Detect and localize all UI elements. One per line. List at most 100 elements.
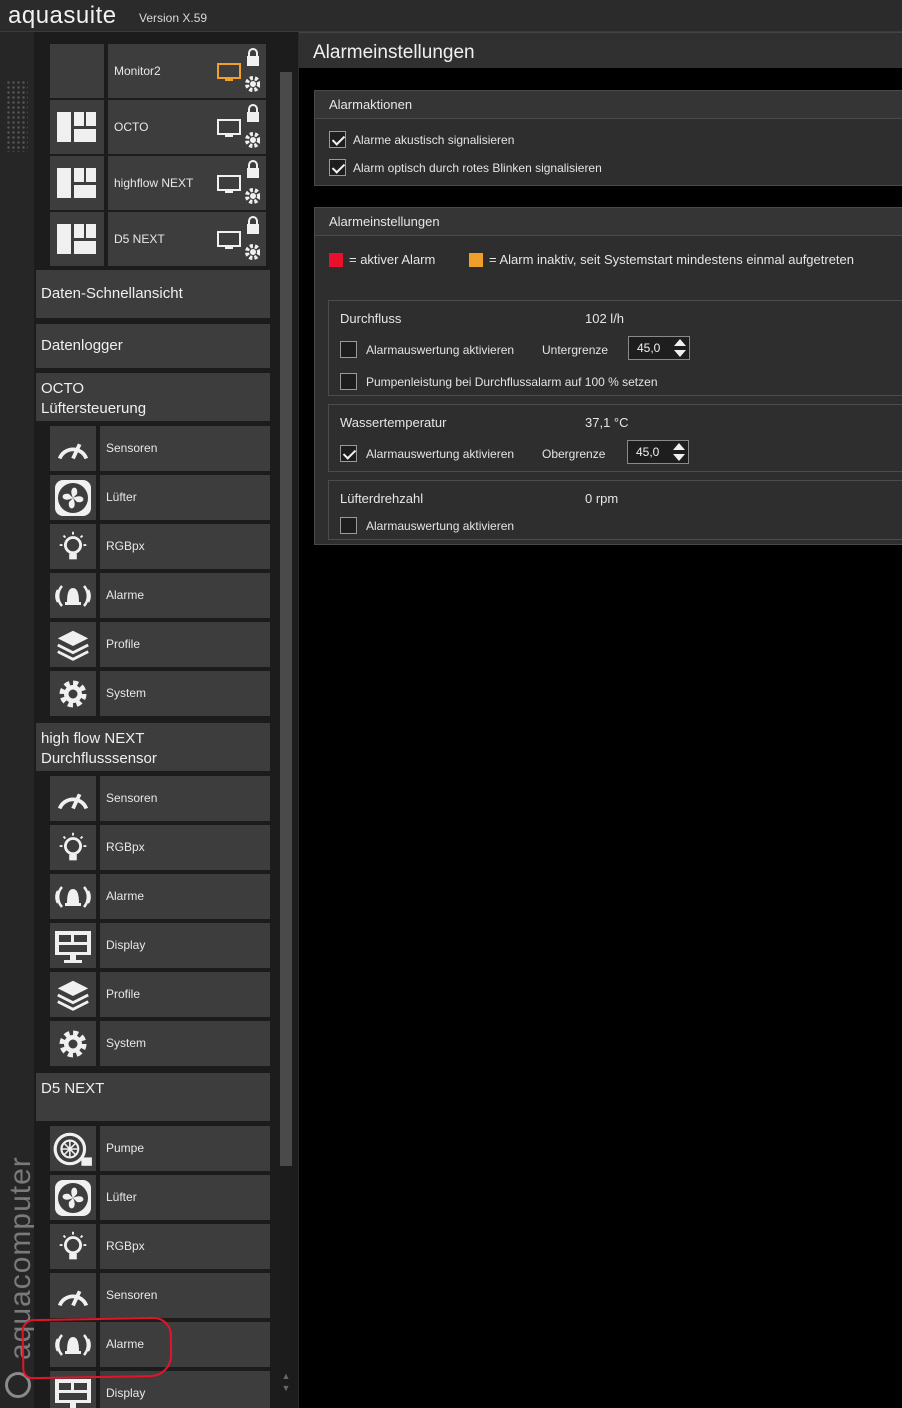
flow-alarm-box: Durchfluss 102 l/h Alarmauswertung aktiv… bbox=[328, 300, 902, 396]
legend-inactive: = Alarm inaktiv, seit Systemstart mindes… bbox=[469, 252, 854, 267]
section-label: Datenlogger bbox=[41, 337, 123, 354]
optical-alarm-checkbox-row[interactable]: Alarm optisch durch rotes Blinken signal… bbox=[329, 159, 602, 176]
stepper-arrows-icon[interactable] bbox=[672, 442, 686, 462]
fan-enable-checkbox[interactable] bbox=[340, 517, 357, 534]
checkbox-label: Alarmauswertung aktivieren bbox=[366, 342, 515, 357]
empty-tile-icon bbox=[50, 44, 104, 98]
acoustic-alarm-checkbox[interactable] bbox=[329, 131, 346, 148]
item-label: Sensoren bbox=[100, 1273, 270, 1318]
alarm-actions-panel: Alarmaktionen Alarme akustisch signalisi… bbox=[314, 90, 902, 186]
display-icon bbox=[50, 923, 96, 968]
legend-label: = Alarm inaktiv, seit Systemstart mindes… bbox=[489, 252, 855, 267]
fan-speed-value: 0 rpm bbox=[585, 491, 619, 506]
app-title: aquasuite bbox=[8, 2, 117, 29]
flow-title: Durchfluss bbox=[340, 311, 402, 326]
checkbox-label: Pumpenleistung bei Durchflussalarm auf 1… bbox=[366, 374, 658, 389]
water-temp-value: 37,1 °C bbox=[585, 415, 629, 430]
sidebar-data-logger[interactable]: Datenlogger bbox=[36, 324, 270, 368]
fan-speed-title: Lüfterdrehzahl bbox=[340, 491, 424, 506]
lightbulb-icon bbox=[50, 1224, 96, 1269]
layout-grid-icon bbox=[50, 156, 104, 210]
fan-speed-alarm-box: Lüfterdrehzahl 0 rpm Alarmauswertung akt… bbox=[328, 480, 902, 540]
sidebar-section-highflow[interactable]: high flow NEXT Durchflusssensor bbox=[36, 723, 270, 771]
flow-limit-value: 45,0 bbox=[637, 341, 661, 355]
scroll-arrows-icon[interactable]: ▲ ▼ bbox=[280, 1370, 292, 1406]
sidebar-section-d5-next[interactable]: D5 NEXT bbox=[36, 1073, 270, 1121]
layout-grid-icon bbox=[50, 212, 104, 266]
panel-title: Alarmaktionen bbox=[315, 91, 902, 119]
flow-pump-row[interactable]: Pumpenleistung bei Durchflussalarm auf 1… bbox=[340, 373, 658, 390]
layout-grid-icon bbox=[50, 100, 104, 154]
water-temp-alarm-box: Wassertemperatur 37,1 °C Alarmauswertung… bbox=[328, 404, 902, 472]
gear-icon bbox=[50, 1021, 96, 1066]
lightbulb-icon bbox=[50, 825, 96, 870]
item-label: RGBpx bbox=[100, 825, 270, 870]
layers-icon bbox=[50, 622, 96, 667]
monitor-lock-gear-icon[interactable] bbox=[216, 48, 260, 94]
section-label: Daten-Schnellansicht bbox=[41, 285, 183, 302]
flow-enable-checkbox[interactable] bbox=[340, 341, 357, 358]
title-bar: aquasuite Version X.59 bbox=[0, 0, 902, 32]
item-label: Lüfter bbox=[100, 1175, 270, 1220]
section-label: D5 NEXT bbox=[41, 1080, 105, 1097]
fan-icon bbox=[50, 1175, 96, 1220]
flow-enable-row[interactable]: Alarmauswertung aktivieren bbox=[340, 341, 514, 358]
flow-limit-stepper[interactable]: 45,0 bbox=[628, 336, 690, 360]
tile-label: D5 NEXT bbox=[114, 232, 165, 246]
item-label: RGBpx bbox=[100, 524, 270, 569]
layers-icon bbox=[50, 972, 96, 1017]
monitor-lock-gear-icon[interactable] bbox=[216, 104, 260, 150]
red-annotation-circle bbox=[21, 1316, 173, 1380]
item-label: Sensoren bbox=[100, 776, 270, 821]
water-enable-checkbox[interactable] bbox=[340, 445, 357, 462]
water-limit-stepper[interactable]: 45,0 bbox=[627, 440, 689, 464]
flow-limit-label: Untergrenze bbox=[542, 343, 609, 357]
panel-title: Alarmeinstellungen bbox=[315, 208, 902, 236]
water-temp-title: Wassertemperatur bbox=[340, 415, 447, 430]
sidebar-quick-view[interactable]: Daten-Schnellansicht bbox=[36, 270, 270, 318]
tile-label: highflow NEXT bbox=[114, 176, 194, 190]
section-label: high flow NEXT Durchflusssensor bbox=[41, 730, 157, 767]
item-label: Sensoren bbox=[100, 426, 270, 471]
checkbox-label: Alarmauswertung aktivieren bbox=[366, 518, 515, 533]
grip-dots[interactable] bbox=[6, 80, 28, 152]
legend-active: = aktiver Alarm bbox=[329, 252, 435, 267]
item-label: Lüfter bbox=[100, 475, 270, 520]
inactive-alarm-swatch bbox=[469, 252, 483, 267]
item-label: Profile bbox=[100, 972, 270, 1017]
water-limit-value: 45,0 bbox=[636, 445, 660, 459]
checkbox-label: Alarme akustisch signalisieren bbox=[353, 132, 515, 147]
gauge-icon bbox=[50, 426, 96, 471]
gauge-icon bbox=[50, 1273, 96, 1318]
item-label: System bbox=[100, 671, 270, 716]
sidebar-scrollbar-thumb[interactable] bbox=[280, 72, 292, 1166]
page-title: Alarmeinstellungen bbox=[313, 42, 475, 63]
stepper-arrows-icon[interactable] bbox=[673, 338, 687, 358]
monitor-lock-gear-icon[interactable] bbox=[216, 160, 260, 206]
water-enable-row[interactable]: Alarmauswertung aktivieren bbox=[340, 445, 514, 462]
item-label: System bbox=[100, 1021, 270, 1066]
legend-label: = aktiver Alarm bbox=[349, 252, 436, 267]
alarm-bell-icon bbox=[50, 874, 96, 919]
flow-pump-checkbox[interactable] bbox=[340, 373, 357, 390]
item-label: RGBpx bbox=[100, 1224, 270, 1269]
active-alarm-swatch bbox=[329, 252, 343, 267]
page-header: Alarmeinstellungen bbox=[299, 32, 902, 68]
acoustic-alarm-checkbox-row[interactable]: Alarme akustisch signalisieren bbox=[329, 131, 514, 148]
tile-label: OCTO bbox=[114, 120, 149, 134]
pump-icon bbox=[50, 1126, 96, 1171]
fan-enable-row[interactable]: Alarmauswertung aktivieren bbox=[340, 517, 514, 534]
gauge-icon bbox=[50, 776, 96, 821]
fan-icon bbox=[50, 475, 96, 520]
alarm-bell-icon bbox=[50, 573, 96, 618]
section-label: OCTO Lüftersteuerung bbox=[41, 380, 147, 417]
sidebar-section-octo[interactable]: OCTO Lüftersteuerung bbox=[36, 373, 270, 421]
item-label: Profile bbox=[100, 622, 270, 667]
item-label: Pumpe bbox=[100, 1126, 270, 1171]
checkbox-label: Alarm optisch durch rotes Blinken signal… bbox=[353, 160, 602, 175]
item-label: Alarme bbox=[100, 874, 270, 919]
tile-label: Monitor2 bbox=[114, 64, 161, 78]
optical-alarm-checkbox[interactable] bbox=[329, 159, 346, 176]
monitor-lock-gear-icon[interactable] bbox=[216, 216, 260, 262]
main-content: Alarmeinstellungen Alarmaktionen Alarme … bbox=[298, 32, 902, 1408]
